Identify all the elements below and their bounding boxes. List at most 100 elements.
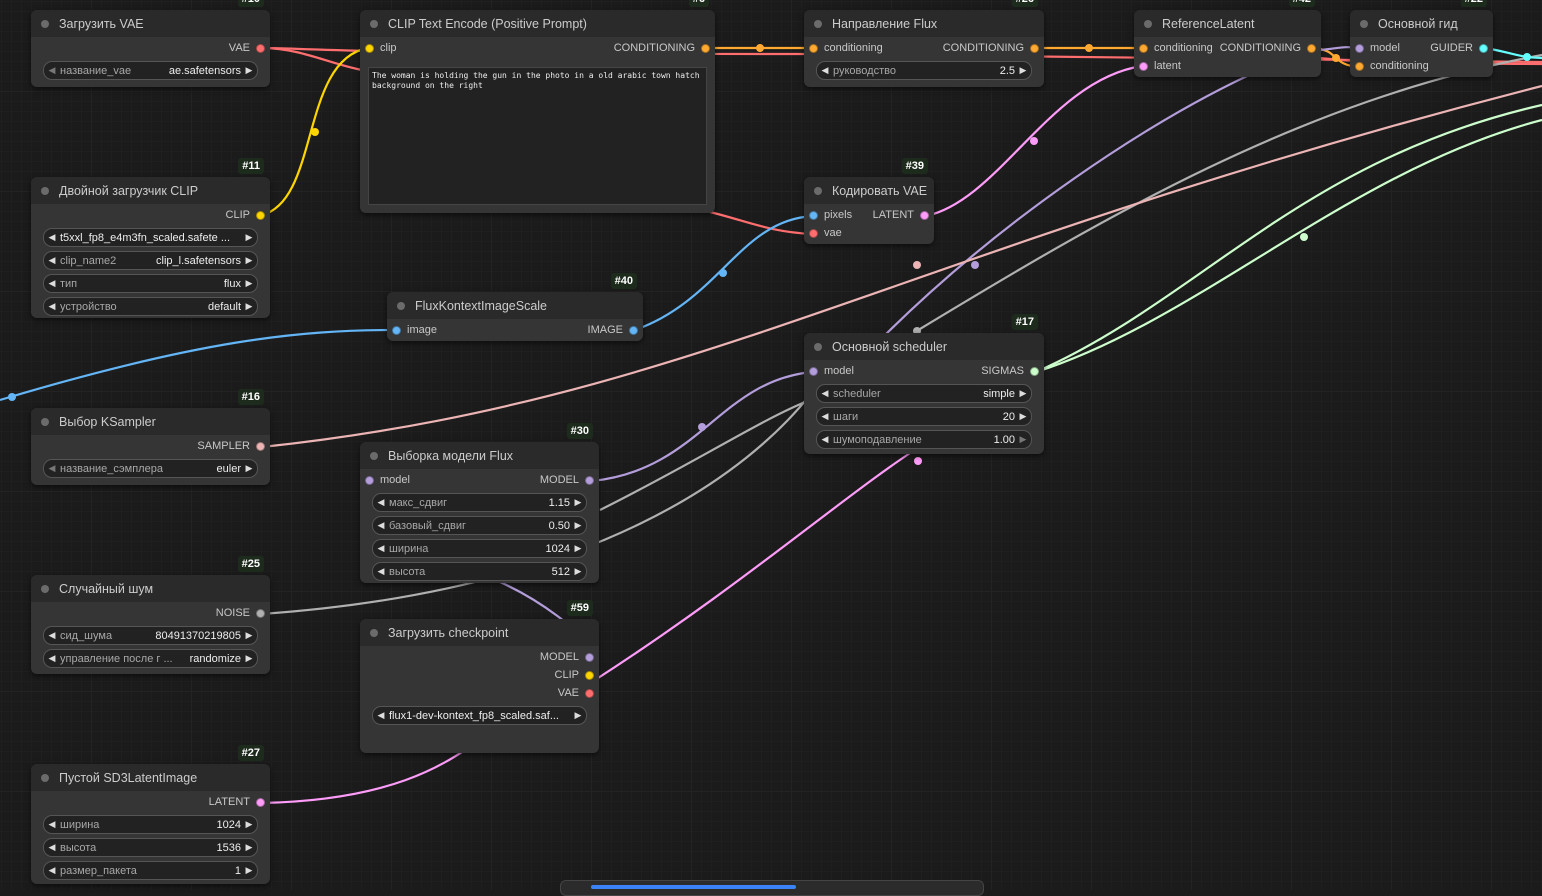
output-slot-sigmas[interactable]: SIGMAS — [981, 362, 1039, 380]
output-slot-latent[interactable]: LATENT — [873, 206, 929, 224]
arrow-left-icon[interactable]: ◀ — [44, 65, 60, 76]
number-denoise[interactable]: ◀ шумоподавление 1.00 ▶ — [816, 430, 1032, 449]
slot-dot[interactable] — [1030, 366, 1039, 376]
combo-ckpt-name[interactable]: ◀ flux1-dev-kontext_fp8_scaled.saf... ▶ — [372, 706, 587, 725]
slot-dot[interactable] — [629, 325, 638, 335]
node-clip-text-encode[interactable]: #6 CLIP Text Encode (Positive Prompt) cl… — [360, 0, 715, 213]
slot-dot[interactable] — [585, 688, 594, 698]
input-slot-conditioning[interactable]: conditioning — [1139, 39, 1213, 57]
collapse-dot[interactable] — [1144, 19, 1152, 28]
arrow-right-icon[interactable]: ▶ — [241, 653, 257, 664]
arrow-right-icon[interactable]: ▶ — [241, 278, 257, 289]
arrow-right-icon[interactable]: ▶ — [1015, 411, 1031, 422]
collapse-dot[interactable] — [814, 186, 822, 195]
slot-dot[interactable] — [1479, 43, 1488, 53]
output-slot-model[interactable]: MODEL — [540, 648, 594, 666]
arrow-left-icon[interactable]: ◀ — [44, 278, 60, 289]
input-slot-model[interactable]: model — [809, 362, 854, 380]
node-dual-clip-loader[interactable]: #11 Двойной загрузчик CLIP CLIP ◀ t5xxl_f… — [31, 158, 270, 318]
slot-dot[interactable] — [256, 43, 265, 53]
output-slot-clip[interactable]: CLIP — [226, 206, 265, 224]
arrow-right-icon[interactable]: ▶ — [241, 842, 257, 853]
node-header[interactable]: Загрузить VAE — [31, 10, 270, 37]
slot-dot[interactable] — [365, 43, 374, 53]
collapse-dot[interactable] — [41, 773, 49, 782]
combo-type[interactable]: ◀ тип flux ▶ — [43, 274, 258, 293]
arrow-left-icon[interactable]: ◀ — [44, 255, 60, 266]
arrow-right-icon[interactable]: ▶ — [570, 710, 586, 721]
slot-dot[interactable] — [1355, 61, 1364, 71]
number-height[interactable]: ◀ высота 512 ▶ — [372, 562, 587, 581]
output-slot-guider[interactable]: GUIDER — [1430, 39, 1488, 57]
combo-sampler-name[interactable]: ◀ название_сэмплера euler ▶ — [43, 459, 258, 478]
output-slot-model[interactable]: MODEL — [540, 471, 594, 489]
node-random-noise[interactable]: #25 Случайный шум NOISE ◀ сид_шума 8049137… — [31, 556, 270, 674]
slot-dot[interactable] — [256, 210, 265, 220]
slot-dot[interactable] — [256, 797, 265, 807]
arrow-right-icon[interactable]: ▶ — [570, 497, 586, 508]
arrow-left-icon[interactable]: ◀ — [44, 819, 60, 830]
input-slot-model[interactable]: model — [1355, 39, 1400, 57]
output-slot-vae[interactable]: VAE — [229, 39, 265, 57]
output-slot-noise[interactable]: NOISE — [216, 604, 265, 622]
combo-clip-name2[interactable]: ◀ clip_name2 clip_l.safetensors ▶ — [43, 251, 258, 270]
output-slot-vae[interactable]: VAE — [558, 684, 594, 702]
input-slot-conditioning[interactable]: conditioning — [809, 39, 883, 57]
node-header[interactable]: Выборка модели Flux — [360, 442, 599, 469]
number-noise-seed[interactable]: ◀ сид_шума 80491370219805 ▶ — [43, 626, 258, 645]
collapse-dot[interactable] — [41, 19, 49, 28]
collapse-dot[interactable] — [41, 584, 49, 593]
slot-dot[interactable] — [809, 228, 818, 238]
arrow-left-icon[interactable]: ◀ — [44, 865, 60, 876]
arrow-left-icon[interactable]: ◀ — [817, 434, 833, 445]
input-slot-clip[interactable]: clip — [365, 39, 397, 57]
node-header[interactable]: Основной гид — [1350, 10, 1493, 37]
collapse-dot[interactable] — [370, 628, 378, 637]
arrow-left-icon[interactable]: ◀ — [817, 388, 833, 399]
node-empty-sd3-latent[interactable]: #27 Пустой SD3LatentImage LATENT ◀ ширина… — [31, 745, 270, 884]
arrow-left-icon[interactable]: ◀ — [817, 411, 833, 422]
arrow-left-icon[interactable]: ◀ — [44, 842, 60, 853]
node-basic-guider[interactable]: #22 Основной гид model GUIDER conditioni… — [1350, 0, 1493, 77]
arrow-right-icon[interactable]: ▶ — [570, 543, 586, 554]
arrow-left-icon[interactable]: ◀ — [373, 497, 389, 508]
collapse-dot[interactable] — [814, 342, 822, 351]
number-base-shift[interactable]: ◀ базовый_сдвиг 0.50 ▶ — [372, 516, 587, 535]
output-slot-conditioning[interactable]: CONDITIONING — [614, 39, 710, 57]
node-header[interactable]: Двойной загрузчик CLIP — [31, 177, 270, 204]
arrow-left-icon[interactable]: ◀ — [373, 520, 389, 531]
input-slot-image[interactable]: image — [392, 321, 437, 339]
input-slot-pixels[interactable]: pixels — [809, 206, 852, 224]
number-height[interactable]: ◀ высота 1536 ▶ — [43, 838, 258, 857]
slot-dot[interactable] — [256, 441, 265, 451]
slot-dot[interactable] — [585, 475, 594, 485]
slot-dot[interactable] — [809, 210, 818, 220]
node-header[interactable]: Пустой SD3LatentImage — [31, 764, 270, 791]
arrow-right-icon[interactable]: ▶ — [570, 520, 586, 531]
node-header[interactable]: FluxKontextImageScale — [387, 292, 643, 319]
arrow-left-icon[interactable]: ◀ — [44, 463, 60, 474]
arrow-left-icon[interactable]: ◀ — [817, 65, 833, 76]
collapse-dot[interactable] — [397, 301, 405, 310]
number-steps[interactable]: ◀ шаги 20 ▶ — [816, 407, 1032, 426]
node-header[interactable]: CLIP Text Encode (Positive Prompt) — [360, 10, 715, 37]
arrow-right-icon[interactable]: ▶ — [241, 865, 257, 876]
arrow-right-icon[interactable]: ▶ — [241, 255, 257, 266]
collapse-dot[interactable] — [370, 19, 378, 28]
slot-dot[interactable] — [1139, 43, 1148, 53]
arrow-right-icon[interactable]: ▶ — [241, 65, 257, 76]
node-flux-guidance[interactable]: #26 Направление Flux conditioning CONDIT… — [804, 0, 1044, 87]
slot-dot[interactable] — [585, 652, 594, 662]
collapse-dot[interactable] — [814, 19, 822, 28]
input-slot-vae[interactable]: vae — [809, 224, 842, 242]
bottom-toolbar[interactable] — [560, 880, 984, 896]
node-header[interactable]: Кодировать VAE — [804, 177, 934, 204]
arrow-left-icon[interactable]: ◀ — [373, 566, 389, 577]
node-load-checkpoint[interactable]: #59 Загрузить checkpoint MODEL CLIP VAE … — [360, 600, 599, 753]
arrow-right-icon[interactable]: ▶ — [570, 566, 586, 577]
output-slot-latent[interactable]: LATENT — [209, 793, 265, 811]
collapse-dot[interactable] — [41, 417, 49, 426]
output-slot-conditioning[interactable]: CONDITIONING — [943, 39, 1039, 57]
output-slot-image[interactable]: IMAGE — [588, 321, 638, 339]
number-width[interactable]: ◀ ширина 1024 ▶ — [43, 815, 258, 834]
